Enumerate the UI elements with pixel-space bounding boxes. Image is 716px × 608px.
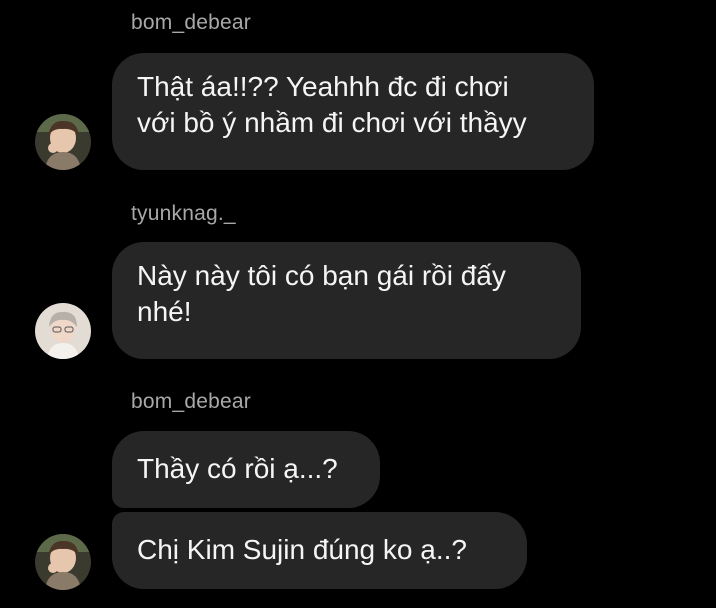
message-bubble[interactable]: Này này tôi có bạn gái rồi đấy nhé!	[112, 242, 581, 359]
user-avatar-photo-icon[interactable]	[35, 114, 91, 170]
user-avatar-photo-icon[interactable]	[35, 303, 91, 359]
message-line: Chị Kim Sujin đúng ko ạ..?	[137, 534, 467, 565]
message-line: với bồ ý nhầm đi chơi với thầyy	[137, 107, 527, 138]
message-bubble[interactable]: Chị Kim Sujin đúng ko ạ..?	[112, 512, 527, 589]
message-bubble[interactable]: Thật áa!!?? Yeahhh đc đi chơi với bồ ý n…	[112, 53, 594, 170]
sender-name: bom_debear	[131, 390, 251, 413]
sender-name: bom_debear	[131, 11, 251, 34]
message-line: Thầy có rồi ạ...?	[137, 453, 338, 484]
message-line: Này này tôi có bạn gái rồi đấy	[137, 260, 506, 291]
user-avatar-photo-icon[interactable]	[35, 534, 91, 590]
sender-name: tyunknag._	[131, 202, 236, 225]
message-bubble[interactable]: Thầy có rồi ạ...?	[112, 431, 380, 508]
message-line: nhé!	[137, 296, 192, 327]
message-line: Thật áa!!?? Yeahhh đc đi chơi	[137, 71, 509, 102]
